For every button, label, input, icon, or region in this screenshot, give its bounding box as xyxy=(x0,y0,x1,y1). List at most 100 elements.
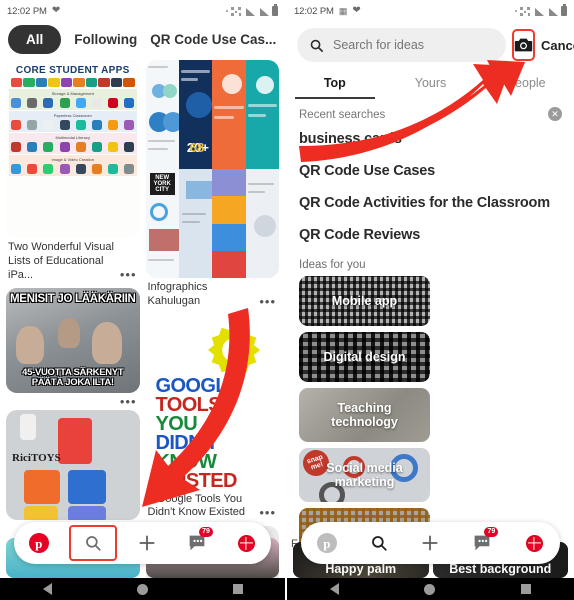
nav-profile-button[interactable] xyxy=(229,528,263,558)
result-card-caption: Happy palm xyxy=(325,562,397,576)
plus-icon xyxy=(139,535,156,551)
ideas-for-you-label: Ideas for you xyxy=(299,259,366,271)
nav-home-button[interactable]: p xyxy=(22,528,56,558)
pin-card[interactable]: CORE STUDENT APPS Storage & Management P… xyxy=(6,60,140,284)
pin-image-section: Storage & Management xyxy=(9,89,137,110)
plus-icon xyxy=(422,535,439,551)
chat-bubble-icon xyxy=(189,535,205,551)
meme-caption-bottom: 45-VUOTTA SÄRKENYT PÄÄTÄ JOKA ILTA! xyxy=(22,367,124,389)
battery-icon xyxy=(272,4,278,16)
recent-searches-label: Recent searches xyxy=(299,109,386,121)
recent-search-item[interactable]: QR Code Use Cases xyxy=(287,155,574,187)
filter-chip-all[interactable]: All xyxy=(8,25,62,54)
pin-image-toys[interactable]: RiciTOYS xyxy=(6,410,140,521)
idea-chip-label: Mobile app xyxy=(331,294,398,308)
cancel-button[interactable]: Cancel xyxy=(541,38,574,53)
globe-icon xyxy=(525,534,543,552)
idea-chip-social-media-marketing[interactable]: snap me! Social media marketing xyxy=(299,448,430,502)
search-icon xyxy=(310,39,323,52)
pin-image-wordmark: GOOGLE TOOLS YOU DIDN'T KNOW EXISTED xyxy=(155,376,241,490)
pin-more-options-icon[interactable]: ••• xyxy=(120,395,137,408)
search-tabs: Top Yours People xyxy=(287,70,574,99)
pin-card[interactable]: 20+ 68 NEW YORK CITY Infographics Kahulu… xyxy=(145,60,279,311)
filter-chip-qr-code-use-cases[interactable]: QR Code Use Cas... xyxy=(150,32,276,47)
pinterest-logo-icon: p xyxy=(316,533,337,553)
pin-masonry-grid: CORE STUDENT APPS Storage & Management P… xyxy=(0,60,285,600)
home-icon[interactable] xyxy=(136,583,148,595)
pin-image-google-tools[interactable]: GOOGLE TOOLS YOU DIDN'T KNOW EXISTED xyxy=(145,314,279,490)
filter-chip-following[interactable]: Following xyxy=(74,32,137,47)
pin-more-options-icon[interactable]: ••• xyxy=(259,295,276,308)
recent-search-item[interactable]: QR Code Reviews xyxy=(287,219,574,251)
back-icon[interactable] xyxy=(329,583,339,595)
close-circle-icon[interactable]: ✕ xyxy=(548,107,562,121)
recent-searches-header: Recent searches ✕ xyxy=(287,99,574,123)
pin-image-section: Multimodal Literacy xyxy=(9,133,137,154)
idea-chip-digital-design[interactable]: Digital design xyxy=(299,332,430,382)
idea-chip-teaching-technology[interactable]: Teaching technology xyxy=(299,388,430,442)
globe-icon xyxy=(237,534,255,552)
recent-search-item[interactable]: QR Code Activities for the Classroom xyxy=(287,187,574,219)
toy-brand-label: RiciTOYS xyxy=(12,452,61,465)
pinterest-logo-icon: p xyxy=(28,533,49,553)
signal-icon xyxy=(547,7,558,16)
nav-create-button[interactable] xyxy=(130,528,164,558)
search-input[interactable] xyxy=(333,38,494,52)
ideas-chip-grid: Mobile app Digital design Teaching techn… xyxy=(287,276,574,560)
partial-text-left: F xyxy=(291,538,298,550)
pin-image-section: Paperless Classroom xyxy=(9,111,137,132)
search-icon xyxy=(371,536,387,551)
tab-people[interactable]: People xyxy=(478,70,574,99)
nav-search-button[interactable] xyxy=(69,525,118,561)
pin-image-core-student-apps[interactable]: CORE STUDENT APPS Storage & Management P… xyxy=(6,60,140,238)
left-android-system-nav xyxy=(0,578,285,600)
pin-column-right: 20+ 68 NEW YORK CITY Infographics Kahulu… xyxy=(145,60,279,600)
tab-yours[interactable]: Yours xyxy=(383,70,479,99)
pin-more-options-icon[interactable]: ••• xyxy=(259,506,276,519)
heart-icon: ❤ xyxy=(352,5,361,16)
pin-image-infographics[interactable]: 20+ 68 NEW YORK CITY xyxy=(145,60,279,278)
nav-inbox-button[interactable]: 79 xyxy=(180,527,214,558)
gear-icon xyxy=(207,323,261,376)
chat-bubble-icon xyxy=(474,535,490,551)
right-android-system-nav xyxy=(287,578,574,600)
nav-home-button[interactable]: p xyxy=(310,528,344,558)
pin-more-options-icon[interactable]: ••• xyxy=(120,268,137,281)
screenshot-stage: 12:02 PM ❤ All Following QR Code Use Cas… xyxy=(0,0,574,600)
filter-chip-row: All Following QR Code Use Cas... Ab xyxy=(0,22,285,60)
search-icon xyxy=(86,536,101,551)
search-field-container[interactable] xyxy=(297,28,506,62)
left-status-bar: 12:02 PM ❤ xyxy=(0,0,285,22)
right-status-bar: 12:02 PM ▦ ❤ xyxy=(287,0,574,22)
nav-create-button[interactable] xyxy=(413,528,447,558)
signal-icon xyxy=(533,7,544,16)
nav-search-button[interactable] xyxy=(362,528,396,558)
google-word-6: EXISTED xyxy=(155,469,238,490)
search-row: Cancel xyxy=(287,22,574,70)
idea-chip-label: Teaching technology xyxy=(331,401,398,429)
home-icon[interactable] xyxy=(424,583,436,595)
result-card-caption: Best background xyxy=(449,562,552,576)
status-time: 12:02 PM xyxy=(7,5,47,17)
pin-card[interactable]: RiciTOYS xyxy=(6,410,140,521)
pin-image-section: Image & Video Creation xyxy=(9,155,137,176)
pin-image-heading: CORE STUDENT APPS xyxy=(9,63,137,77)
back-icon[interactable] xyxy=(42,583,52,595)
pin-image-finnish-meme[interactable]: MENISIT JO LÄÄKÄRIIN 45-VUOTTA SÄRKENYT … xyxy=(6,288,140,394)
pin-card[interactable]: MENISIT JO LÄÄKÄRIIN 45-VUOTTA SÄRKENYT … xyxy=(6,288,140,408)
recent-search-item[interactable]: business cards xyxy=(287,123,574,155)
dot-icon xyxy=(226,10,228,12)
camera-icon xyxy=(514,38,533,52)
right-bottom-navigation-bar: p 79 xyxy=(301,522,560,564)
google-word-4: DIDN'T xyxy=(155,431,219,454)
image-icon: ▦ xyxy=(338,5,348,16)
camera-search-button[interactable] xyxy=(512,29,535,61)
recents-icon[interactable] xyxy=(232,584,243,594)
idea-chip-mobile-app[interactable]: Mobile app xyxy=(299,276,430,326)
pin-card[interactable]: GOOGLE TOOLS YOU DIDN'T KNOW EXISTED 4 G… xyxy=(145,314,279,523)
idea-chip-label: Social media marketing xyxy=(326,461,403,489)
tab-top[interactable]: Top xyxy=(287,70,383,99)
recents-icon[interactable] xyxy=(521,584,532,594)
nav-profile-button[interactable] xyxy=(517,528,551,558)
nav-inbox-button[interactable]: 79 xyxy=(465,527,499,558)
